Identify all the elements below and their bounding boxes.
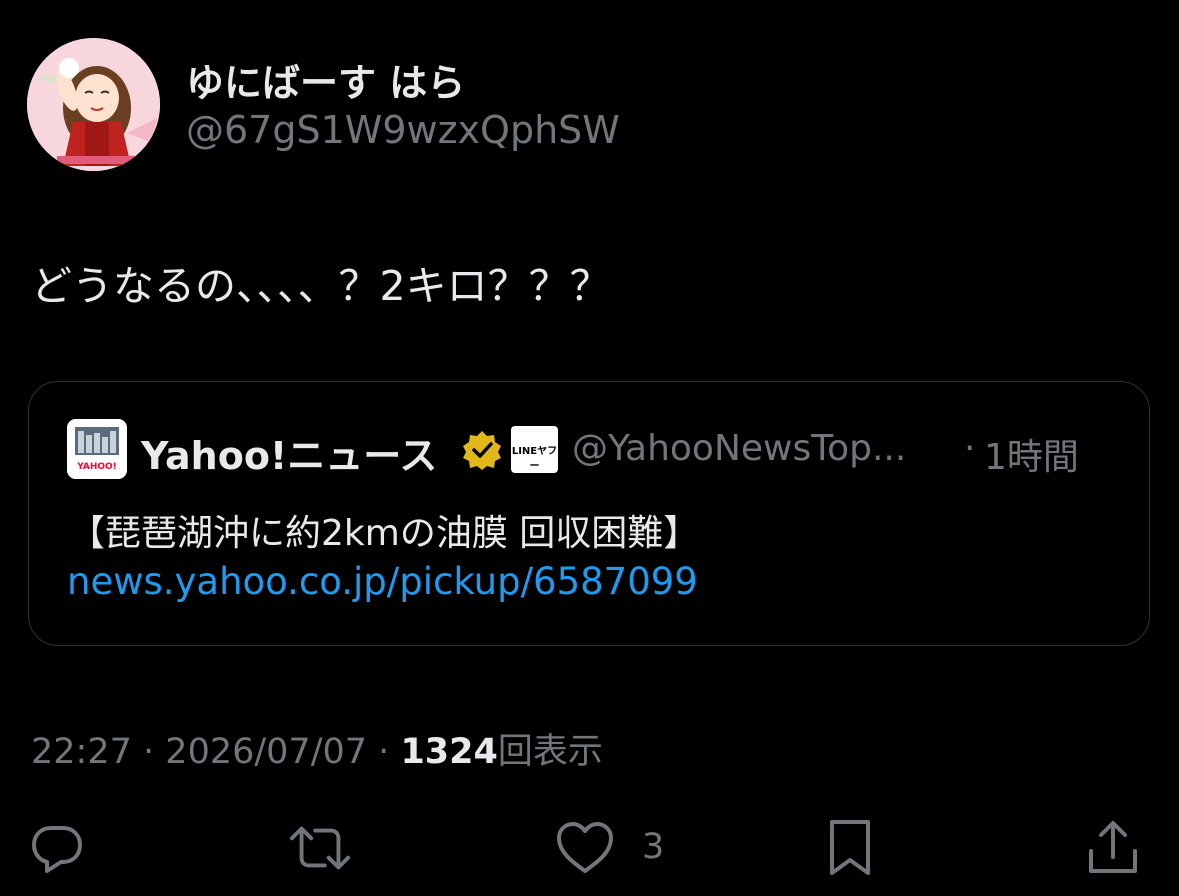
author-avatar[interactable] (27, 38, 160, 171)
author-handle[interactable]: @67gS1W9wzxQphSW (186, 108, 620, 152)
affiliate-badge-icon[interactable]: LINEヤフー (511, 426, 558, 473)
tweet-time[interactable]: 22:27 (31, 732, 132, 772)
like-count[interactable]: 3 (642, 827, 664, 867)
affiliate-label: LINEヤフー (511, 446, 558, 472)
reply-button[interactable] (25, 816, 89, 880)
meta-separator: · (143, 732, 155, 772)
author-display-name[interactable]: ゆにばーす はら (186, 52, 465, 107)
bookmark-button[interactable] (818, 816, 882, 880)
yahoo-logo-text: YAHOO! (76, 462, 117, 472)
share-button[interactable] (1081, 816, 1145, 880)
quoted-separator: · (964, 428, 976, 469)
yahoo-news-logo-icon: YAHOO! (67, 419, 127, 479)
views-count[interactable]: 1324 (400, 732, 497, 772)
quoted-avatar[interactable]: YAHOO! (67, 419, 127, 479)
verified-badge-icon (463, 431, 501, 470)
tweet-meta: 22:27 · 2026/07/07 · 1324回表示 (31, 723, 603, 774)
heart-icon (557, 822, 613, 873)
quoted-timestamp[interactable]: 1時間 (984, 428, 1079, 480)
tweet-text: どうなるの、、、、？2キロ？？？ (31, 262, 611, 310)
share-icon (1089, 821, 1137, 873)
quoted-display-name[interactable]: Yahoo!ニュース (141, 425, 437, 480)
quoted-tweet-link[interactable]: news.yahoo.co.jp/pickup/6587099 (67, 560, 698, 603)
quoted-tweet-text: 【琵琶湖沖に約2kmの油膜 回収困難】 (69, 513, 700, 554)
bookmark-icon (830, 820, 870, 875)
quoted-handle[interactable]: @YahooNewsTop... (572, 428, 906, 469)
like-button[interactable] (553, 816, 617, 880)
avatar-illustration (27, 38, 160, 171)
reply-icon (32, 826, 82, 873)
retweet-button[interactable] (288, 816, 352, 880)
tweet-date[interactable]: 2026/07/07 (165, 732, 367, 772)
retweet-icon (289, 826, 351, 870)
quoted-tweet-card[interactable]: YAHOO! Yahoo!ニュース LINEヤフー @YahooNewsTop.… (28, 381, 1150, 646)
meta-separator: · (378, 732, 390, 772)
views-label: 回表示 (497, 732, 603, 772)
